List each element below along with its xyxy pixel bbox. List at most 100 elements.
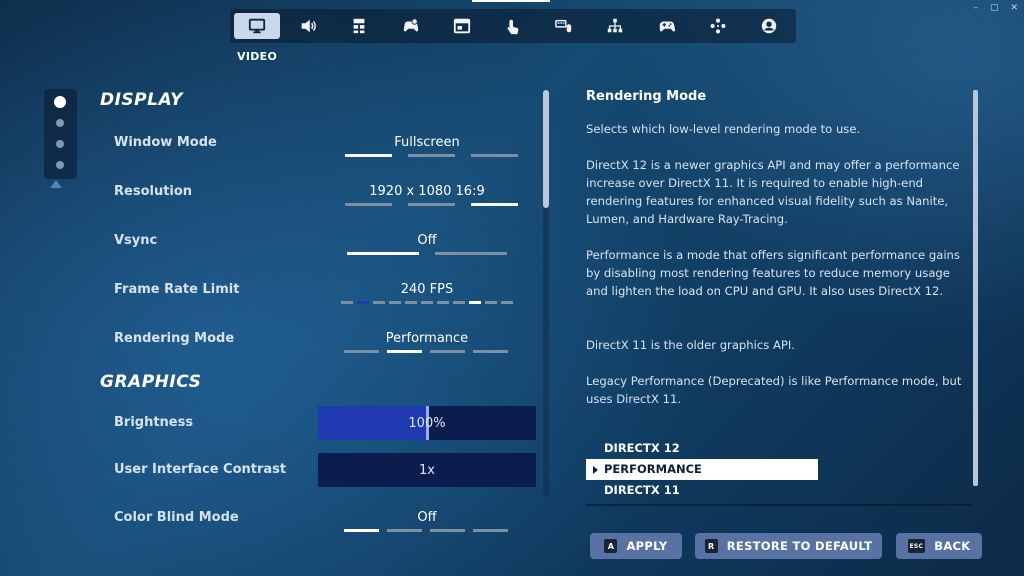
frame-rate-seg: [453, 301, 465, 304]
rail-dot-section-4[interactable]: [56, 161, 64, 169]
frame-rate-value[interactable]: 240 FPS: [318, 282, 536, 297]
rail-dot-display[interactable]: [54, 96, 66, 108]
accessibility-grid-icon: [353, 18, 365, 34]
rendering-mode-seg: [473, 350, 508, 353]
close-button[interactable]: ✕: [1010, 3, 1018, 13]
top-highlight-line: [472, 0, 550, 2]
brightness-label: Brightness: [114, 415, 194, 430]
apply-button[interactable]: A APPLY: [590, 533, 682, 559]
frame-rate-seg: [437, 301, 449, 304]
key-r-icon: R: [704, 539, 718, 553]
ui-contrast-slider[interactable]: 1x: [318, 453, 536, 487]
window-mode-seg: [345, 154, 392, 157]
color-blind-indicator: [344, 529, 508, 532]
window-controls: – ▢ ✕: [973, 3, 1018, 13]
frame-rate-seg: [501, 301, 513, 304]
section-title-graphics: GRAPHICS: [100, 372, 202, 392]
back-button-label: BACK: [934, 539, 971, 553]
tab-controller[interactable]: [388, 13, 434, 39]
window-layout-icon: [453, 18, 470, 34]
gamepad-icon: [659, 21, 675, 32]
controller-settings-icon: [403, 18, 418, 32]
option-directx-12[interactable]: DIRECTX 12: [586, 438, 818, 459]
resolution-seg: [408, 203, 455, 206]
details-paragraph: Selects which low-level rendering mode t…: [586, 122, 861, 136]
tab-video[interactable]: [234, 13, 280, 39]
details-scrollbar[interactable]: [973, 90, 978, 486]
window-mode-label: Window Mode: [114, 135, 217, 150]
rail-dot-section-3[interactable]: [56, 140, 64, 148]
tab-account[interactable]: [746, 13, 792, 39]
minimize-button[interactable]: –: [973, 3, 978, 13]
apply-button-label: APPLY: [626, 539, 668, 553]
frame-rate-seg: [357, 301, 369, 304]
tab-gamepad[interactable]: [644, 13, 690, 39]
tab-network[interactable]: [592, 13, 638, 39]
restore-default-button[interactable]: R RESTORE TO DEFAULT: [695, 533, 882, 559]
section-rail: [44, 89, 77, 179]
resolution-value[interactable]: 1920 x 1080 16:9: [318, 184, 536, 199]
vsync-indicator: [347, 252, 507, 255]
account-icon: [761, 18, 777, 34]
vsync-value[interactable]: Off: [318, 233, 536, 248]
details-paragraph: DirectX 11 is the older graphics API.: [586, 338, 795, 352]
monitor-icon: [248, 18, 266, 34]
resolution-indicator: [345, 203, 518, 206]
rail-pointer: [50, 180, 62, 188]
rendering-mode-options: DIRECTX 12 PERFORMANCE DIRECTX 11: [586, 438, 818, 501]
details-paragraph: Performance is a mode that offers signif…: [586, 248, 960, 298]
settings-scrollbar-thumb[interactable]: [543, 90, 549, 208]
key-esc-icon: ESC: [907, 539, 926, 553]
restore-default-label: RESTORE TO DEFAULT: [726, 539, 873, 553]
frame-rate-seg: [405, 301, 417, 304]
window-mode-seg: [471, 154, 518, 157]
resolution-seg: [471, 203, 518, 206]
frame-rate-seg: [341, 301, 353, 304]
back-button[interactable]: ESC BACK: [896, 533, 982, 559]
option-performance[interactable]: PERFORMANCE: [586, 459, 818, 480]
rendering-mode-seg: [387, 350, 422, 353]
details-paragraph: Legacy Performance (Deprecated) is like …: [586, 374, 962, 406]
window-mode-value[interactable]: Fullscreen: [318, 135, 536, 150]
details-title: Rendering Mode: [586, 89, 707, 104]
tab-touch[interactable]: [490, 13, 536, 39]
brightness-value: 100%: [408, 415, 446, 431]
frame-rate-label: Frame Rate Limit: [114, 282, 240, 297]
tab-keyboard-mouse[interactable]: [541, 13, 587, 39]
color-blind-value[interactable]: Off: [318, 510, 536, 525]
color-blind-seg: [387, 529, 422, 532]
maximize-button[interactable]: ▢: [990, 3, 999, 13]
key-a-icon: A: [604, 539, 618, 553]
touch-icon: [507, 19, 519, 35]
vsync-label: Vsync: [114, 233, 158, 248]
tab-game-ui[interactable]: [439, 13, 485, 39]
rendering-mode-indicator: [344, 350, 508, 353]
frame-rate-seg: [469, 301, 481, 304]
frame-rate-seg: [421, 301, 433, 304]
rendering-mode-seg: [430, 350, 465, 353]
ui-contrast-label: User Interface Contrast: [114, 462, 287, 477]
section-title-display: DISPLAY: [100, 90, 183, 110]
tab-controller-layout[interactable]: [695, 13, 741, 39]
frame-rate-seg: [373, 301, 385, 304]
frame-rate-indicator: [341, 301, 513, 304]
keyboard-mouse-icon: [555, 19, 572, 33]
resolution-seg: [345, 203, 392, 206]
options-divider: [586, 504, 972, 506]
frame-rate-seg: [485, 301, 497, 304]
vsync-seg: [435, 252, 507, 255]
gamepad-layout-icon: [710, 18, 726, 34]
color-blind-seg: [430, 529, 465, 532]
option-directx-11[interactable]: DIRECTX 11: [586, 480, 818, 501]
rendering-mode-value[interactable]: Performance: [318, 331, 536, 346]
rail-dot-graphics[interactable]: [56, 119, 64, 127]
network-nodes-icon: [608, 18, 623, 33]
brightness-slider[interactable]: 100%: [318, 406, 536, 440]
frame-rate-seg: [389, 301, 401, 304]
window-mode-seg: [408, 154, 455, 157]
window-mode-indicator: [345, 154, 518, 157]
tab-audio[interactable]: [285, 13, 331, 39]
resolution-label: Resolution: [114, 184, 193, 199]
tab-accessibility[interactable]: [336, 13, 382, 39]
ui-contrast-value: 1x: [419, 462, 435, 478]
